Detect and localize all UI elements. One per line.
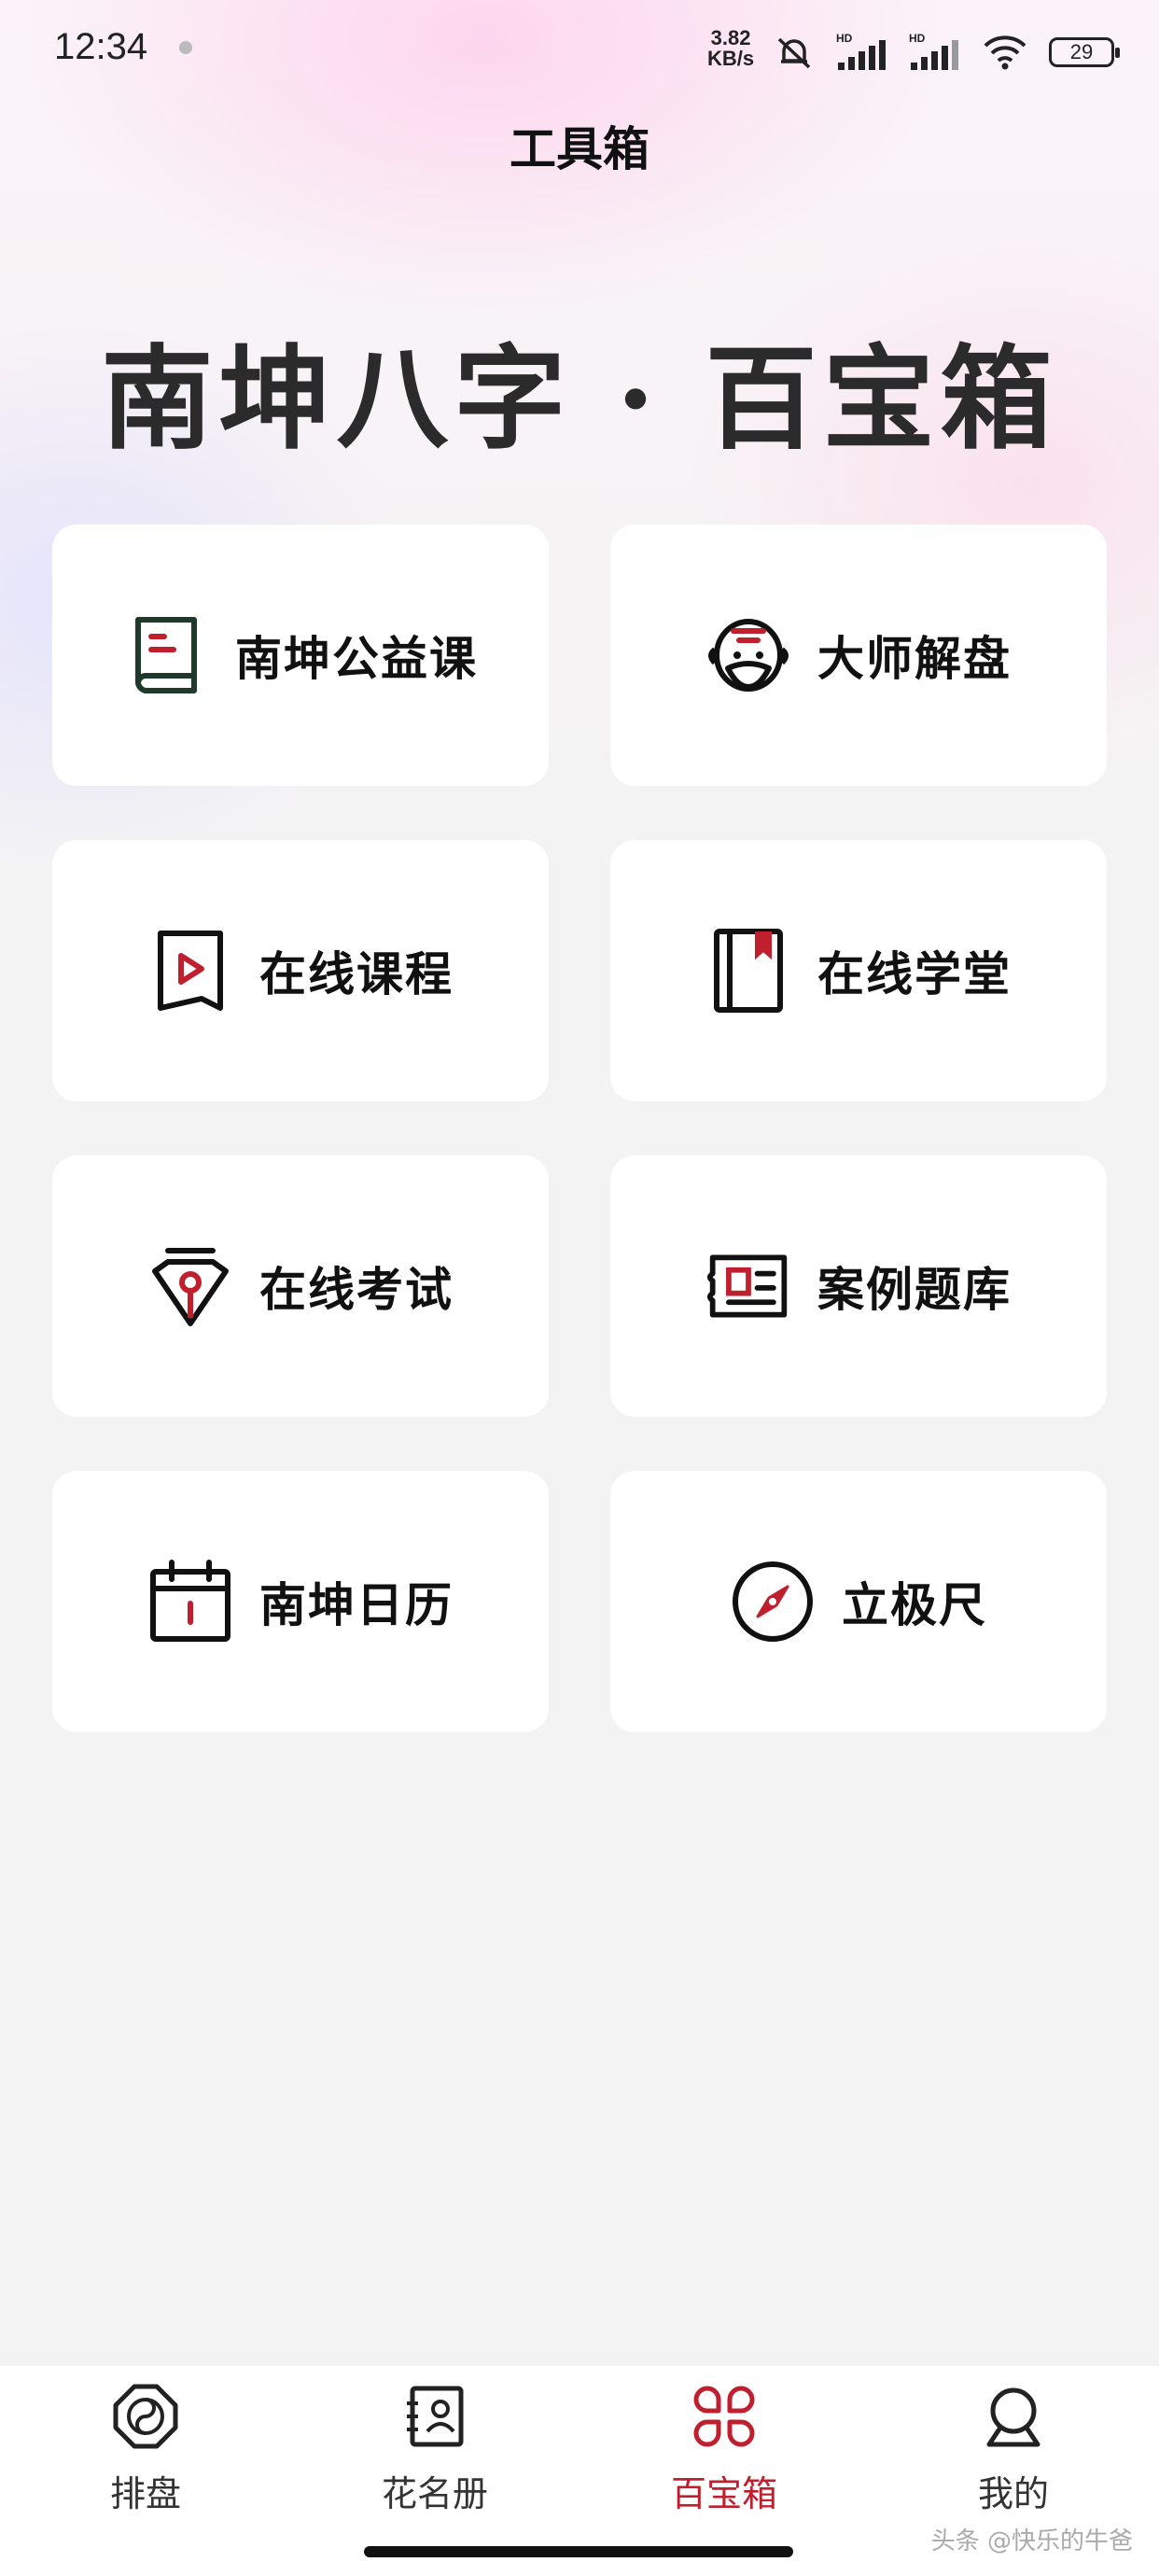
watermark: 头条 @快乐的牛爸 — [930, 2527, 1133, 2555]
tool-card-calendar[interactable]: 南坤日历 — [52, 1471, 549, 1732]
hero-title: 南坤八字 · 百宝箱 — [101, 333, 1058, 465]
svg-text:HD: HD — [909, 32, 926, 45]
tool-card-compass-ruler[interactable]: 立极尺 — [610, 1471, 1107, 1732]
treasure-box-icon — [691, 2383, 758, 2450]
tool-card-case-bank[interactable]: 案例题库 — [610, 1155, 1107, 1417]
battery-icon: 29 — [1049, 37, 1120, 67]
tool-label: 在线考试 — [259, 1263, 454, 1317]
tool-label: 南坤日历 — [259, 1578, 454, 1632]
network-speed-unit: KB/s — [707, 47, 755, 70]
pen-nib-icon — [147, 1243, 233, 1329]
tool-card-master-analysis[interactable]: 大师解盘 — [610, 525, 1107, 786]
status-icons: HD HD 29 — [773, 28, 1120, 77]
tool-label: 立极尺 — [842, 1578, 987, 1632]
signal-hd-1-icon: HD — [836, 32, 886, 70]
tool-label: 案例题库 — [817, 1263, 1012, 1317]
nav-item-treasure-box[interactable]: 百宝箱 — [631, 2383, 817, 2532]
roster-icon — [401, 2383, 468, 2450]
calendar-icon — [147, 1559, 233, 1645]
profile-icon — [980, 2383, 1047, 2450]
question-bank-icon — [705, 1243, 791, 1329]
book-icon — [123, 612, 209, 698]
compass-icon — [730, 1559, 816, 1645]
master-face-icon — [705, 612, 791, 698]
video-course-icon — [147, 928, 233, 1014]
tool-label: 南坤公益课 — [235, 632, 478, 686]
svg-text:HD: HD — [836, 32, 853, 45]
nav-item-roster[interactable]: 花名册 — [342, 2383, 528, 2532]
tool-label: 在线课程 — [259, 947, 454, 1001]
status-time: 12:34 — [54, 26, 148, 67]
network-speed-value: 3.82 — [710, 26, 751, 49]
status-bar: 12:34 3.82 KB/s HD HD 29 — [0, 0, 1159, 103]
nav-label: 我的 — [977, 2473, 1049, 2514]
nav-item-mine[interactable]: 我的 — [920, 2383, 1107, 2532]
nav-item-paipan[interactable]: 排盘 — [52, 2383, 239, 2532]
mute-bell-icon — [777, 37, 811, 69]
tool-card-public-course[interactable]: 南坤公益课 — [52, 525, 549, 786]
home-indicator[interactable] — [364, 2546, 793, 2557]
tool-label: 大师解盘 — [817, 632, 1012, 686]
tool-card-online-academy[interactable]: 在线学堂 — [610, 840, 1107, 1101]
notification-dot-icon — [179, 41, 192, 54]
wifi-icon — [984, 35, 1026, 70]
nav-label: 排盘 — [109, 2473, 181, 2514]
tool-label: 在线学堂 — [817, 947, 1012, 1001]
nav-label: 花名册 — [381, 2473, 488, 2514]
bagua-icon — [112, 2383, 179, 2450]
signal-hd-2-icon: HD — [909, 32, 958, 70]
page-title: 工具箱 — [510, 122, 649, 176]
tool-card-online-exam[interactable]: 在线考试 — [52, 1155, 549, 1417]
tool-card-online-course[interactable]: 在线课程 — [52, 840, 549, 1101]
nav-label: 百宝箱 — [670, 2473, 777, 2514]
network-speed: 3.82 KB/s — [707, 28, 754, 69]
battery-level: 29 — [1069, 40, 1094, 63]
bookmark-book-icon — [705, 928, 791, 1014]
